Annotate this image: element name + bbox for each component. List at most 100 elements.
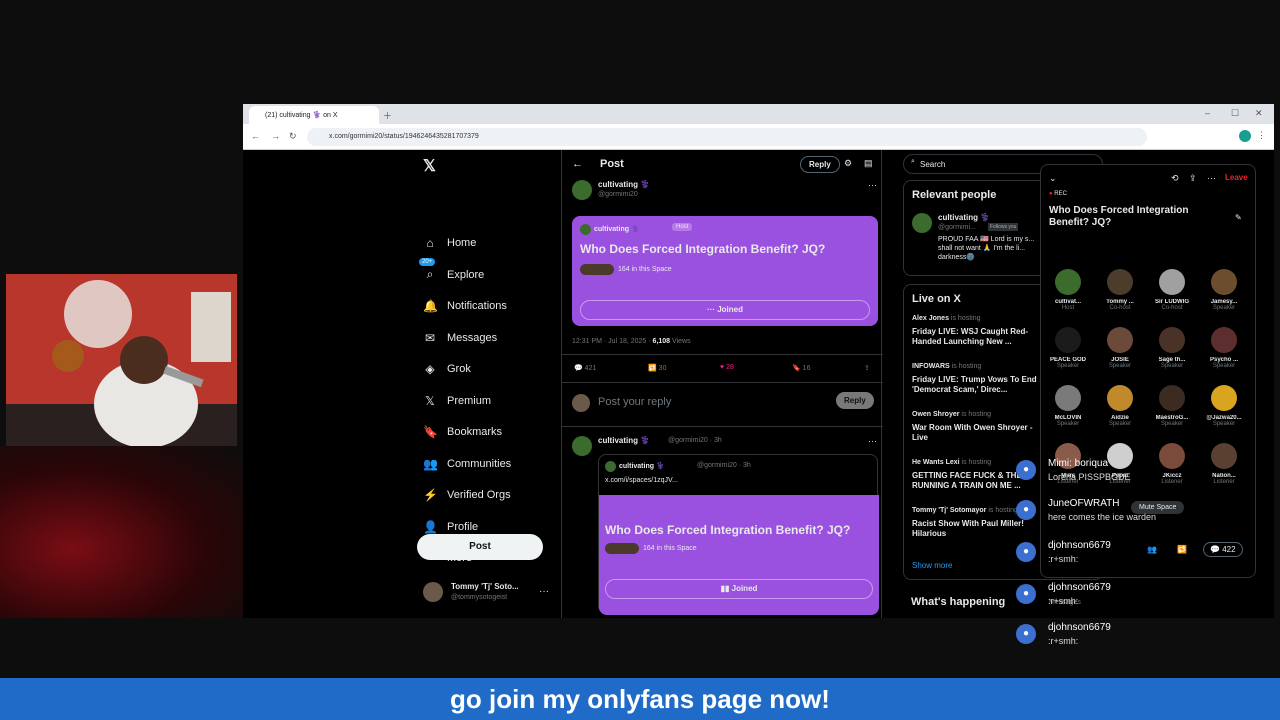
maximize-icon[interactable]: ☐	[1231, 108, 1239, 119]
sidebar-item-home[interactable]: ⌂ Home	[423, 232, 553, 254]
reply-more-icon[interactable]: ···	[868, 436, 877, 446]
forward-icon[interactable]: →	[271, 131, 280, 141]
address-bar-row: ← → ↻ x.com/gormimi20/status/19462464352…	[243, 124, 1274, 150]
share-space-icon[interactable]: ⇪	[1189, 173, 1197, 184]
quote-tweet[interactable]: cultivating ⚕️ @gormimi20 · 3h x.com/i/s…	[598, 454, 879, 615]
account-handle: @tommysotogeist	[451, 594, 508, 601]
speaker-tile[interactable]: PEACE GOD Speaker	[1045, 327, 1091, 387]
reply-action[interactable]: 💬 421	[574, 364, 596, 372]
account-more-icon[interactable]: ···	[539, 586, 549, 597]
show-more-link[interactable]: Show more	[912, 561, 952, 570]
sidebar-item-premium[interactable]: 𝕏 Premium	[423, 390, 553, 412]
quote-space-card[interactable]: Who Does Forced Integration Benefit? JQ?…	[599, 495, 879, 615]
sidebar-item-grok[interactable]: ◈ Grok	[423, 358, 553, 380]
listener-avatars	[580, 264, 614, 275]
speaker-tile[interactable]: Tommy ... Co-host	[1097, 269, 1143, 329]
speaker-tile[interactable]: Jamesy... Speaker	[1201, 269, 1247, 329]
reply-input[interactable]: Post your reply	[598, 396, 671, 408]
sidebar-item-verified-orgs[interactable]: ⚡ Verified Orgs	[423, 484, 553, 506]
space-more-icon[interactable]: ···	[1207, 173, 1216, 183]
new-tab-icon[interactable]: ＋	[383, 109, 392, 122]
background-glow	[0, 446, 243, 618]
live-item-title[interactable]: Racist Show With Paul Miller! Hilarious	[912, 519, 1038, 539]
repost-action[interactable]: 🔁 30	[648, 364, 666, 372]
live-item-title[interactable]: Friday LIVE: WSJ Caught Red-Handed Launc…	[912, 327, 1038, 347]
author-name[interactable]: cultivating ⚕️	[598, 180, 650, 189]
rotate-icon[interactable]: ⟲	[1171, 173, 1179, 184]
speaker-role: Speaker	[1212, 363, 1236, 369]
reply-submit-button[interactable]: Reply	[836, 392, 874, 409]
speaker-tile[interactable]: @Jazwa20... Speaker	[1201, 385, 1247, 445]
quote-joined-button[interactable]: ▮▮ Joined	[605, 579, 873, 599]
sidebar-item-label: Communities	[447, 457, 512, 470]
page-title: Post	[600, 158, 624, 170]
live-host-status: is hosting	[950, 315, 981, 322]
speaker-avatar	[1211, 269, 1237, 295]
rp-name[interactable]: cultivating ⚕️	[938, 213, 990, 222]
url-field[interactable]: x.com/gormimi20/status/19462464352817073…	[307, 128, 1147, 146]
speaker-avatar	[1159, 269, 1185, 295]
sidebar-item-bookmarks[interactable]: 🔖 Bookmarks	[423, 421, 553, 443]
speaker-tile[interactable]: Sir LUDWIG Co-host	[1149, 269, 1195, 329]
share-icon[interactable]: ⇪	[864, 364, 870, 372]
speaker-tile[interactable]: MaestroG... Speaker	[1149, 385, 1195, 445]
account-avatar[interactable]	[423, 582, 443, 602]
reply-avatar	[572, 394, 590, 412]
space-card[interactable]: cultivating ⚕️ Host Who Does Forced Inte…	[572, 216, 878, 326]
minimize-icon[interactable]: –	[1205, 108, 1210, 118]
joined-button[interactable]: ··· Joined	[580, 300, 870, 320]
speaker-tile[interactable]: Nation... Listener	[1201, 443, 1247, 503]
menu-icon[interactable]: ⋮	[1257, 130, 1266, 141]
account-name[interactable]: Tommy 'Tj' Soto...	[451, 582, 519, 591]
speaker-tile[interactable]: cultivat... Host	[1045, 269, 1091, 329]
speaker-role: Listener	[1213, 479, 1235, 485]
speaker-tile[interactable]: JKiccz Listener	[1149, 443, 1195, 503]
speaker-tile[interactable]: McLOVIN Speaker	[1045, 385, 1091, 445]
people-icon[interactable]: 👥	[1147, 545, 1157, 554]
timestamp-text: 12:31 PM · Jul 18, 2025 ·	[572, 338, 653, 345]
speaker-tile[interactable]: Aidzie Speaker	[1097, 385, 1143, 445]
profile-avatar[interactable]	[1239, 130, 1251, 142]
collapse-icon[interactable]: ⌄	[1049, 173, 1057, 184]
repost-space-icon[interactable]: 🔁	[1177, 545, 1187, 554]
filter-icon[interactable]: ⚙	[844, 158, 852, 169]
whats-happening-title: What's happening	[911, 596, 1006, 608]
people-icon: 👥	[423, 456, 438, 471]
sidebar-item-label: Home	[447, 237, 477, 249]
back-icon[interactable]: ←	[251, 131, 260, 141]
speaker-avatar	[1107, 443, 1133, 469]
speaker-role: Speaker	[1108, 421, 1132, 427]
reply-author-avatar[interactable]	[572, 436, 592, 456]
sidebar-item-notifications[interactable]: 🔔 Notifications	[423, 295, 553, 317]
speaker-role: Speaker	[1160, 421, 1184, 427]
browser-tab[interactable]: (21) cultivating ⚕️ on X	[249, 106, 379, 124]
leave-button[interactable]: Leave	[1225, 173, 1248, 182]
back-arrow-icon[interactable]: ←	[572, 158, 583, 170]
quote-link[interactable]: x.com/i/spaces/1zqJV...	[605, 477, 678, 484]
live-host-name: He Wants Lexi	[912, 459, 960, 466]
reply-header-button[interactable]: Reply	[800, 156, 840, 173]
author-avatar[interactable]	[572, 180, 592, 200]
close-window-icon[interactable]: ✕	[1255, 108, 1263, 119]
x-logo-icon[interactable]: 𝕏	[423, 156, 436, 176]
post-button[interactable]: Post	[417, 534, 543, 560]
live-item-title[interactable]: War Room With Owen Shroyer - Live	[912, 423, 1038, 443]
sidebar-item-messages[interactable]: ✉ Messages	[423, 327, 553, 349]
sidebar-item-explore[interactable]: ⌕ Explore	[423, 264, 553, 286]
edit-icon[interactable]: ✎	[1235, 213, 1242, 222]
sidebar-item-label: Messages	[447, 331, 498, 344]
panel-icon[interactable]: ▤	[864, 158, 873, 169]
reload-icon[interactable]: ↻	[289, 131, 297, 142]
speaker-tile[interactable]: JOSIE Speaker	[1097, 327, 1143, 387]
rp-avatar[interactable]	[912, 213, 932, 233]
space-reply-button[interactable]: 💬 422	[1203, 542, 1243, 557]
live-host: INFOWARS is hosting	[912, 363, 981, 370]
reply-author-name[interactable]: cultivating ⚕️	[598, 436, 650, 445]
live-item-title[interactable]: Friday LIVE: Trump Vows To End 'Democrat…	[912, 375, 1038, 395]
speaker-tile[interactable]: Psycho ... Speaker	[1201, 327, 1247, 387]
sidebar-item-communities[interactable]: 👥 Communities	[423, 453, 553, 475]
like-action[interactable]: ♥ 28	[720, 364, 734, 371]
post-more-icon[interactable]: ···	[868, 180, 877, 190]
bookmark-action[interactable]: 🔖 16	[792, 364, 810, 372]
speaker-tile[interactable]: Sage th... Speaker	[1149, 327, 1195, 387]
